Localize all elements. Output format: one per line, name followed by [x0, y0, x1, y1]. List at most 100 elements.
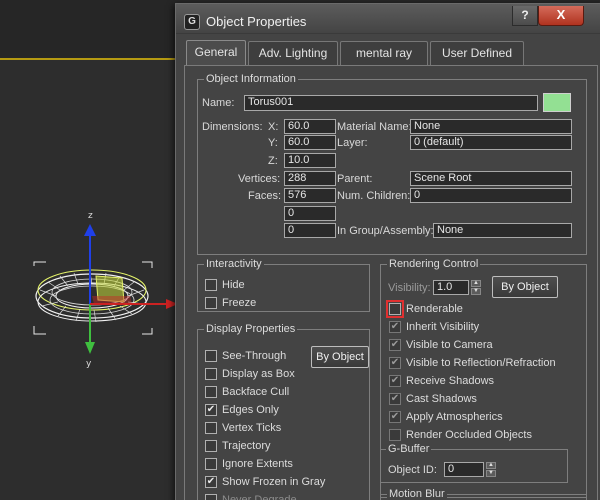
checkbox-box[interactable]: ✔ [389, 339, 401, 351]
dimensions-label: Dimensions: [202, 121, 263, 133]
object-information-group: Object Information Name: Torus001 Dimens… [197, 72, 587, 255]
display-by-object-button[interactable]: By Object [311, 346, 369, 368]
checkbox-box[interactable]: ✔ [205, 476, 217, 488]
checkbox-box[interactable] [205, 297, 217, 309]
object-id-label: Object ID: [388, 464, 437, 476]
checkbox-label: Renderable [406, 303, 463, 315]
inherit-visibility-checkbox[interactable]: ✔ Inherit Visibility [389, 320, 579, 335]
rendering-control-group: Rendering Control Visibility: 1.0 ▲ ▼ By… [380, 257, 587, 498]
x-label: X: [268, 121, 279, 133]
visibility-label: Visibility: [388, 282, 431, 294]
checkbox-box[interactable] [205, 279, 217, 291]
checkbox-label: Edges Only [222, 404, 279, 416]
vertex-ticks-checkbox[interactable]: Vertex Ticks [205, 421, 315, 436]
checkbox-box[interactable]: ✔ [389, 321, 401, 333]
visible-to-camera-checkbox[interactable]: ✔ Visible to Camera [389, 338, 579, 353]
checkbox-box[interactable] [386, 300, 404, 318]
torus-gizmo[interactable]: z y [0, 0, 180, 500]
object-properties-dialog: G Object Properties ? X General Adv. Lig… [175, 3, 600, 500]
y-label: Y: [268, 137, 278, 149]
spinner-down-icon[interactable]: ▼ [486, 470, 496, 477]
close-button[interactable]: X [538, 6, 584, 26]
name-field[interactable]: Torus001 [244, 95, 538, 111]
spinner-up-icon[interactable]: ▲ [486, 462, 496, 469]
checkbox-label: See-Through [222, 350, 287, 362]
faces-label: Faces: [248, 190, 282, 202]
trajectory-checkbox[interactable]: Trajectory [205, 439, 315, 454]
layer-label: Layer: [337, 137, 368, 149]
num-children-label: Num. Children: [337, 190, 411, 202]
checkbox-box[interactable] [205, 422, 217, 434]
checkbox-box[interactable]: ✔ [389, 375, 401, 387]
apply-atmospherics-checkbox[interactable]: ✔ Apply Atmospherics [389, 410, 579, 425]
hide-checkbox[interactable]: Hide [205, 278, 355, 293]
axis-y-label: y [86, 359, 92, 369]
checkbox-box[interactable] [389, 429, 401, 441]
layer-field: 0 (default) [410, 135, 572, 150]
spinner-down-icon[interactable]: ▼ [471, 288, 481, 295]
num-children-field: 0 [410, 188, 572, 203]
checkbox-box[interactable] [205, 458, 217, 470]
z-label: Z: [268, 155, 278, 167]
tab-mental-ray[interactable]: mental ray [340, 41, 428, 65]
checkbox-label: Ignore Extents [222, 458, 293, 470]
object-information-title: Object Information [204, 72, 298, 86]
visible-to-reflection-refraction-checkbox[interactable]: ✔ Visible to Reflection/Refraction [389, 356, 579, 371]
checkbox-box[interactable] [205, 386, 217, 398]
checkbox-box[interactable]: ✔ [389, 357, 401, 369]
edges-only-checkbox[interactable]: ✔ Edges Only [205, 403, 315, 418]
display-as-box-checkbox[interactable]: Display as Box [205, 367, 315, 382]
object-id-spinner[interactable]: ▲ ▼ [486, 462, 496, 477]
object-color-swatch[interactable] [543, 93, 571, 112]
receive-shadows-checkbox[interactable]: ✔ Receive Shadows [389, 374, 579, 389]
rendering-control-title: Rendering Control [387, 257, 481, 271]
spinner-up-icon[interactable]: ▲ [471, 280, 481, 287]
dimension-y-field: 60.0 [284, 135, 336, 150]
checkbox-box[interactable] [205, 494, 217, 500]
checkbox-box[interactable]: ✔ [205, 404, 217, 416]
tab-user-defined[interactable]: User Defined [430, 41, 524, 65]
titlebar[interactable]: G Object Properties ? X [176, 4, 600, 34]
checkbox-label: Freeze [222, 297, 257, 309]
interactivity-title: Interactivity [204, 257, 264, 271]
checkbox-box[interactable]: ✔ [389, 411, 401, 423]
freeze-checkbox[interactable]: Freeze [205, 296, 355, 311]
checkbox-label: Apply Atmospherics [406, 411, 503, 423]
cast-shadows-checkbox[interactable]: ✔ Cast Shadows [389, 392, 579, 407]
checkbox-box[interactable] [205, 368, 217, 380]
never-degrade-checkbox[interactable]: Never Degrade [205, 493, 315, 500]
object-id-field[interactable]: 0 [444, 462, 484, 477]
dialog-title: Object Properties [206, 14, 307, 29]
motion-blur-title: Motion Blur [387, 487, 447, 500]
parent-label: Parent: [337, 173, 373, 185]
checkbox-label: Vertex Ticks [222, 422, 282, 434]
backface-cull-checkbox[interactable]: Backface Cull [205, 385, 315, 400]
display-properties-group: Display Properties By Object See-Through… [197, 322, 370, 500]
checkbox-box[interactable] [205, 350, 217, 362]
checkbox-label: Trajectory [222, 440, 271, 452]
render-occluded-objects-checkbox[interactable]: Render Occluded Objects [389, 428, 579, 443]
checkbox-label: Inherit Visibility [406, 321, 480, 333]
help-button[interactable]: ? [512, 6, 538, 26]
checkbox-label: Visible to Camera [406, 339, 493, 351]
gbuffer-group: G-Buffer Object ID: 0 ▲ ▼ [380, 442, 568, 483]
motion-blur-group: Motion Blur [380, 487, 587, 500]
see-through-checkbox[interactable]: See-Through [205, 349, 315, 364]
show-frozen-in-gray-checkbox[interactable]: ✔ Show Frozen in Gray [205, 475, 325, 490]
info-extra-field-2: 0 [284, 223, 336, 238]
checkbox-box[interactable] [205, 440, 217, 452]
checkbox-box[interactable]: ✔ [389, 393, 401, 405]
vertices-field: 288 [284, 171, 336, 186]
renderable-checkbox[interactable]: Renderable [386, 300, 579, 318]
in-group-field: None [433, 223, 572, 238]
ignore-extents-checkbox[interactable]: Ignore Extents [205, 457, 315, 472]
visibility-field[interactable]: 1.0 [433, 280, 469, 295]
render-by-object-button[interactable]: By Object [492, 276, 558, 298]
in-group-label: In Group/Assembly: [337, 225, 434, 237]
checkbox-label: Show Frozen in Gray [222, 476, 326, 488]
tab-general[interactable]: General [186, 40, 246, 66]
visibility-spinner[interactable]: ▲ ▼ [471, 280, 481, 295]
tab-adv-lighting[interactable]: Adv. Lighting [248, 41, 338, 65]
parent-field: Scene Root [410, 171, 572, 186]
checkbox-label: Hide [222, 279, 245, 291]
